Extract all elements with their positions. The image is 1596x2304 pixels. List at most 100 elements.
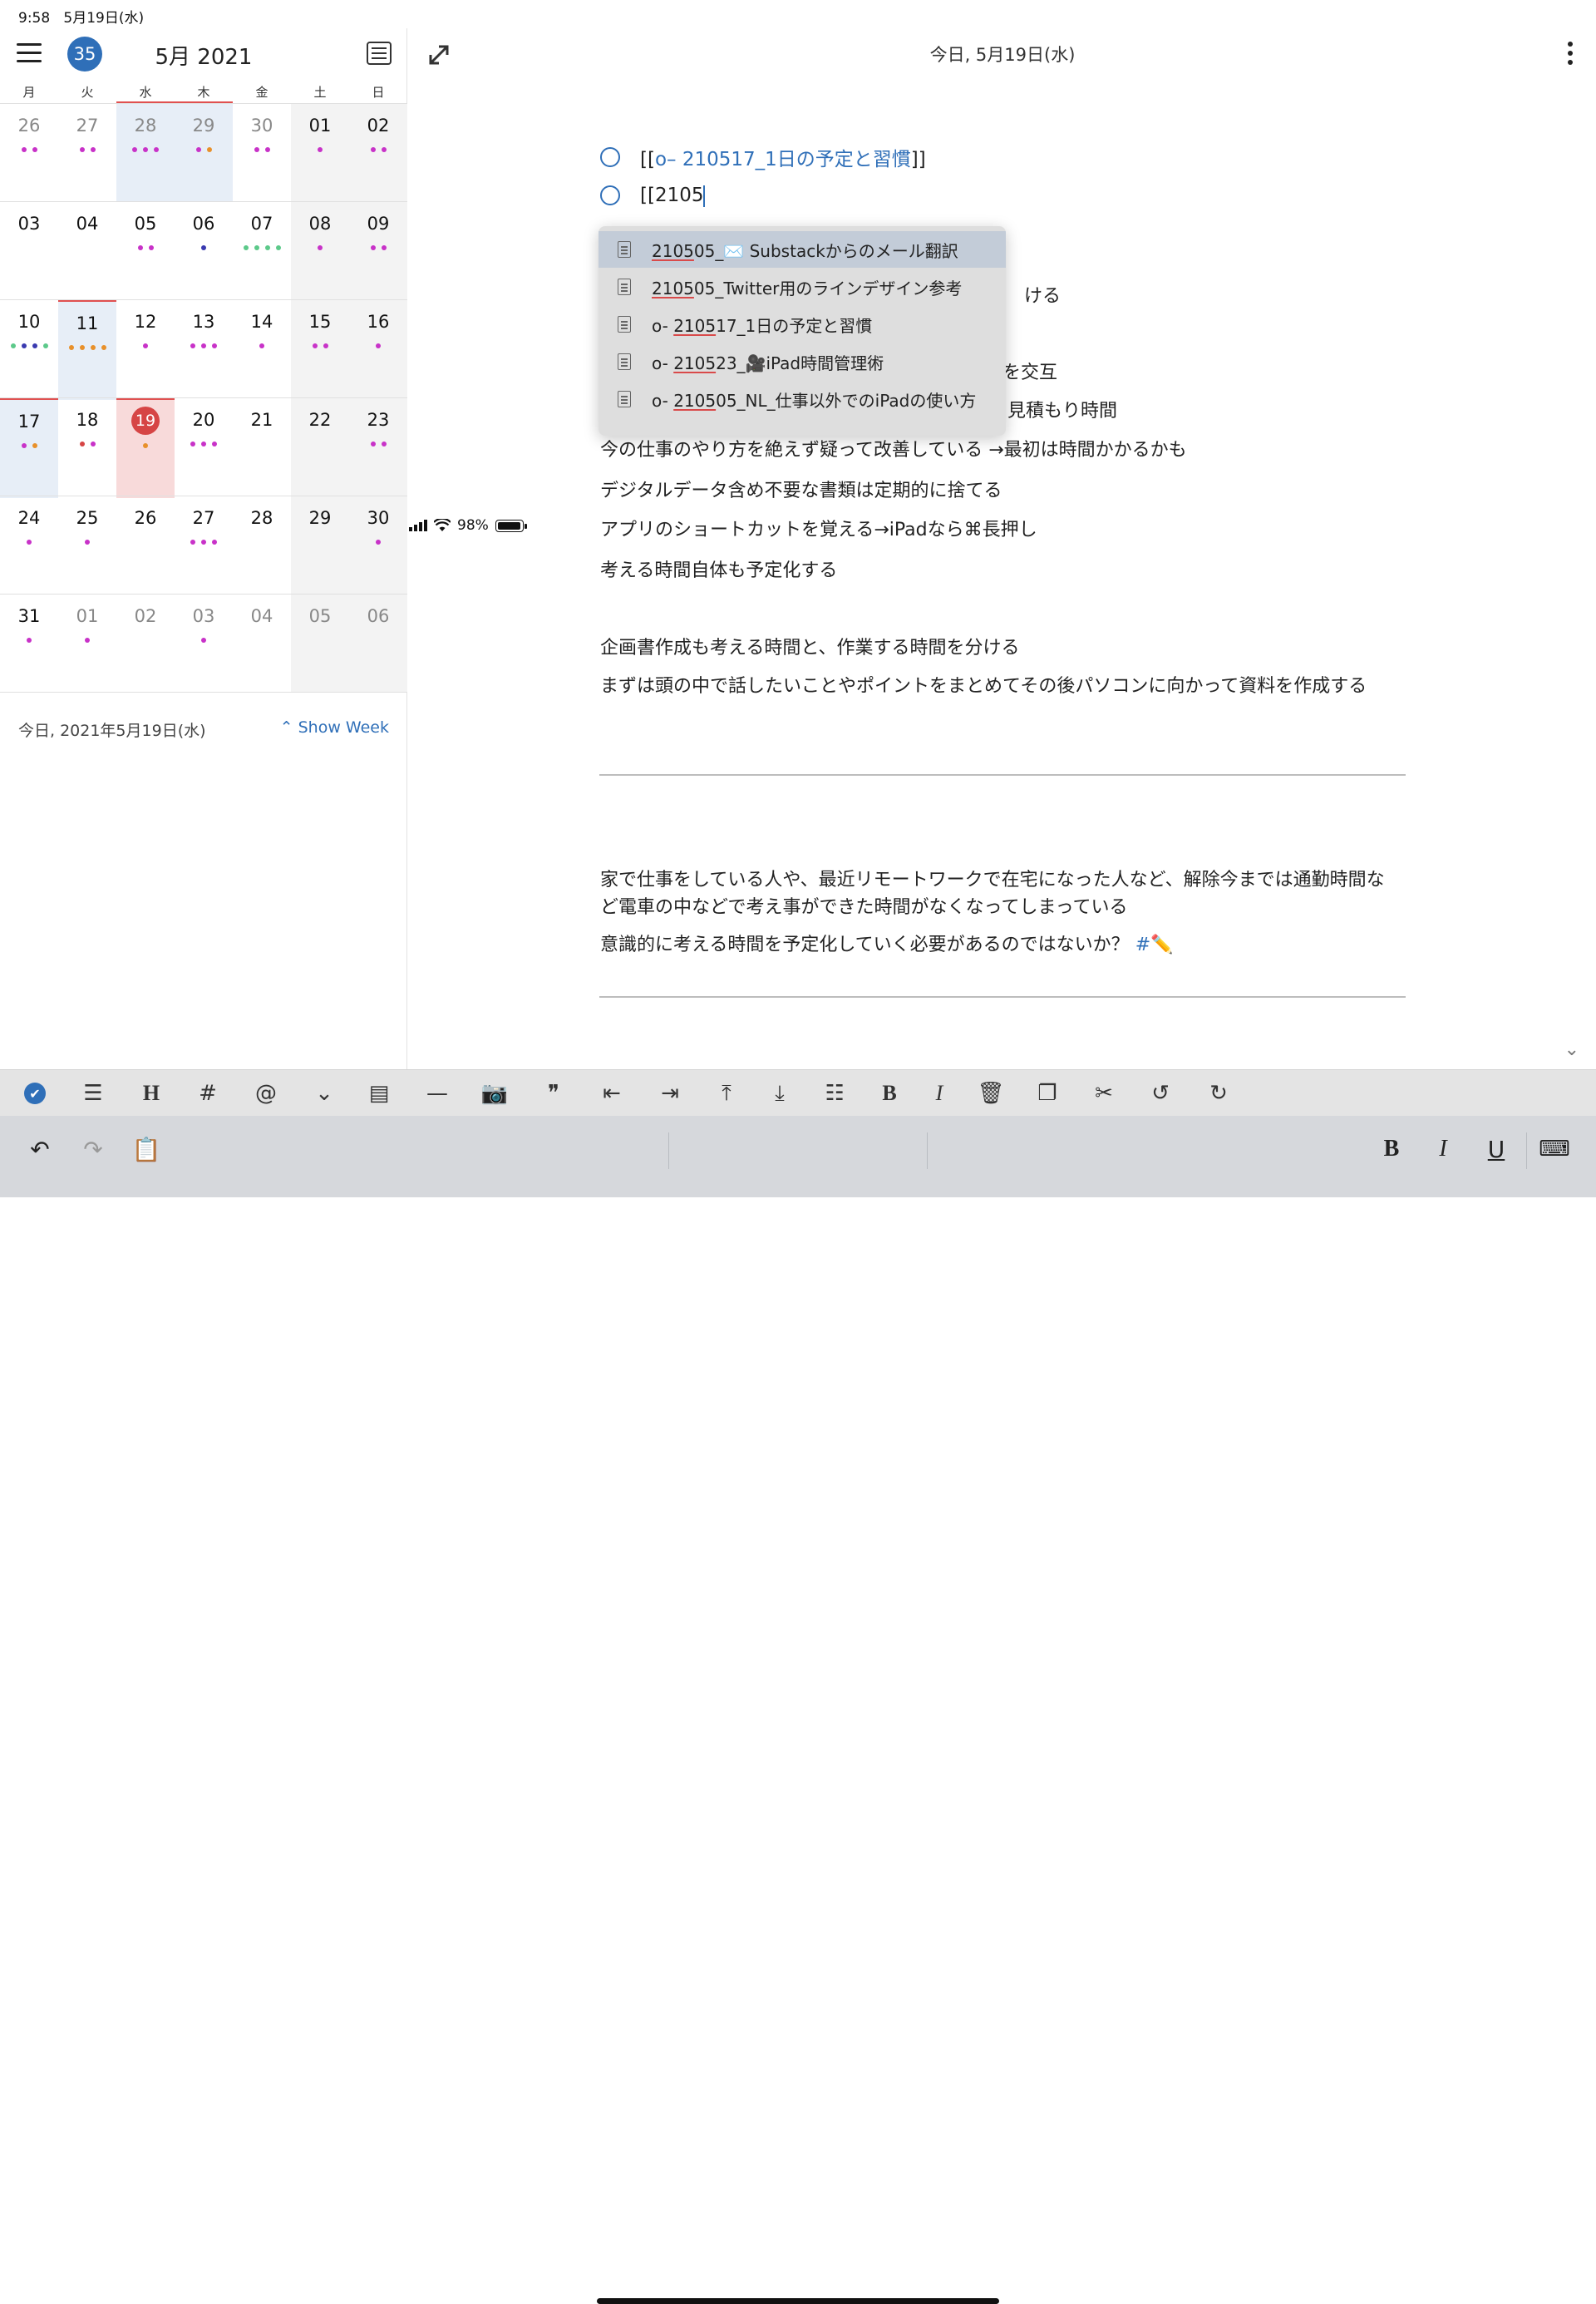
italic-button[interactable]: I <box>1425 1131 1461 1167</box>
calendar-day[interactable]: 13 <box>175 300 233 398</box>
calendar-day[interactable]: 11 <box>58 300 116 400</box>
copy-icon[interactable]: ❐ <box>1031 1078 1064 1108</box>
calendar-day[interactable]: 25 <box>58 496 116 595</box>
calendar-day[interactable]: 28 <box>116 104 175 202</box>
event-dot <box>201 638 206 643</box>
show-week-button[interactable]: ⌃ Show Week <box>280 718 389 737</box>
redo-icon[interactable]: ↻ <box>1202 1078 1235 1108</box>
chevron-down-icon[interactable]: ⌄ <box>1564 1039 1579 1060</box>
heading-icon[interactable]: H <box>135 1078 168 1108</box>
task-checkbox[interactable] <box>600 147 620 167</box>
calendar-day[interactable]: 24 <box>0 496 58 595</box>
text-line: 企画書作成も考える時間と、作業する時間を分ける <box>600 638 1020 659</box>
calendar-day[interactable]: 06 <box>175 202 233 300</box>
list-view-icon[interactable] <box>367 42 392 65</box>
task-input-text[interactable]: [[2105 <box>640 185 706 207</box>
calendar-day[interactable]: 14 <box>233 300 291 398</box>
italic-icon[interactable]: I <box>923 1078 956 1108</box>
calendar-day[interactable]: 01 <box>58 595 116 693</box>
calendar-day[interactable]: 01 <box>291 104 349 202</box>
suggestion-item[interactable]: 210505_✉️ Substackからのメール翻訳 <box>598 231 1006 268</box>
calendar-day[interactable]: 29 <box>175 104 233 202</box>
bold-icon[interactable]: B <box>873 1078 906 1108</box>
calendar-day[interactable]: 30 <box>233 104 291 202</box>
calendar-day[interactable]: 03 <box>0 202 58 300</box>
calendar-day[interactable]: 29 <box>291 496 349 595</box>
event-dot <box>101 345 106 350</box>
event-dots <box>116 443 175 448</box>
calendar-day[interactable]: 12 <box>116 300 175 398</box>
indent-icon[interactable]: ⇥ <box>653 1078 687 1108</box>
calendar-day[interactable]: 28 <box>233 496 291 595</box>
list-icon[interactable]: ☰ <box>76 1078 110 1108</box>
calendar-day[interactable]: 22 <box>291 398 349 496</box>
calendar-day[interactable]: 07 <box>233 202 291 300</box>
hashtag[interactable]: #✏️ <box>1135 935 1174 955</box>
editor-panel: 今日, 5月19日(水) [[o– 210517_1日の予定と習慣]] [[21… <box>409 28 1596 1069</box>
calendar-day[interactable]: 03 <box>175 595 233 693</box>
numbered-list-icon[interactable]: ☷ <box>818 1078 851 1108</box>
week-number-badge[interactable]: 35 <box>67 37 102 72</box>
calendar-day[interactable]: 26 <box>116 496 175 595</box>
hashtag-icon[interactable]: # <box>191 1078 224 1108</box>
calendar-day[interactable]: 18 <box>58 398 116 496</box>
camera-icon[interactable]: 📷 <box>478 1078 511 1108</box>
calendar-week-row: 31 01 02 03 04 05 06 <box>0 594 407 693</box>
menu-icon[interactable] <box>17 43 42 63</box>
suggestion-item[interactable]: 210505_Twitter用のラインデザイン参考 <box>598 269 1006 305</box>
calendar-day[interactable]: 26 <box>0 104 58 202</box>
suggestion-item[interactable]: o- 210505_NL_仕事以外でのiPadの使い方 <box>598 381 1006 417</box>
bold-button[interactable]: B <box>1373 1131 1410 1167</box>
more-options-icon[interactable] <box>1568 42 1574 67</box>
document-icon[interactable]: ▤ <box>362 1078 396 1108</box>
calendar-day[interactable]: 21 <box>233 398 291 496</box>
calendar-day[interactable]: 20 <box>175 398 233 496</box>
checkbox-icon[interactable]: ✔ <box>24 1083 46 1104</box>
cut-icon[interactable]: ✂ <box>1087 1078 1121 1108</box>
suggestion-label: o- 210523_🎥iPad時間管理術 <box>652 353 884 373</box>
keyboard-dismiss-icon[interactable]: ⌨ <box>1536 1131 1573 1167</box>
event-dot <box>318 245 323 250</box>
calendar-day[interactable]: 10 <box>0 300 58 398</box>
calendar-day[interactable]: 23 <box>349 398 407 496</box>
undo-icon[interactable]: ↶ <box>22 1131 58 1167</box>
calendar-day[interactable]: 09 <box>349 202 407 300</box>
delete-icon[interactable]: 🗑 <box>974 1078 1007 1108</box>
underline-button[interactable]: U <box>1478 1131 1515 1167</box>
calendar-day[interactable]: 05 <box>291 595 349 693</box>
event-dots <box>291 245 349 250</box>
move-up-icon[interactable]: ⤒ <box>710 1078 743 1108</box>
calendar-day[interactable]: 02 <box>116 595 175 693</box>
undo-icon[interactable]: ↺ <box>1144 1078 1177 1108</box>
redo-icon[interactable]: ↷ <box>75 1131 111 1167</box>
calendar-day[interactable]: 30 <box>349 496 407 595</box>
calendar-day[interactable]: 16 <box>349 300 407 398</box>
event-dot <box>27 540 32 545</box>
move-down-icon[interactable]: ⤓ <box>763 1078 796 1108</box>
suggestion-item[interactable]: o- 210517_1日の予定と習慣 <box>598 306 1006 343</box>
calendar-day[interactable]: 06 <box>349 595 407 693</box>
calendar-day[interactable]: 27 <box>58 104 116 202</box>
calendar-day[interactable]: 19 <box>116 398 175 498</box>
outdent-icon[interactable]: ⇤ <box>595 1078 628 1108</box>
suggestion-item[interactable]: o- 210523_🎥iPad時間管理術 <box>598 343 1006 380</box>
horizontal-rule-icon[interactable]: — <box>421 1078 454 1108</box>
wiki-link[interactable]: o– 210517_1日の予定と習慣 <box>655 149 911 170</box>
calendar-day[interactable]: 31 <box>0 595 58 693</box>
calendar-day[interactable]: 27 <box>175 496 233 595</box>
month-title[interactable]: 5月 2021 <box>116 40 291 71</box>
calendar-day[interactable]: 17 <box>0 398 58 498</box>
calendar-day[interactable]: 15 <box>291 300 349 398</box>
calendar-day[interactable]: 05 <box>116 202 175 300</box>
calendar-day[interactable]: 04 <box>233 595 291 693</box>
calendar-day[interactable]: 08 <box>291 202 349 300</box>
calendar-day[interactable]: 04 <box>58 202 116 300</box>
collapse-icon[interactable]: ⌄ <box>308 1078 341 1108</box>
text-line: アプリのショートカットを覚える→iPadなら⌘長押し <box>600 520 1037 540</box>
calendar-day[interactable]: 02 <box>349 104 407 202</box>
event-dots <box>233 343 291 348</box>
quote-icon[interactable]: ❞ <box>537 1078 570 1108</box>
paste-icon[interactable]: 📋 <box>128 1131 165 1167</box>
mention-icon[interactable]: @ <box>249 1078 283 1108</box>
task-checkbox[interactable] <box>600 185 620 206</box>
